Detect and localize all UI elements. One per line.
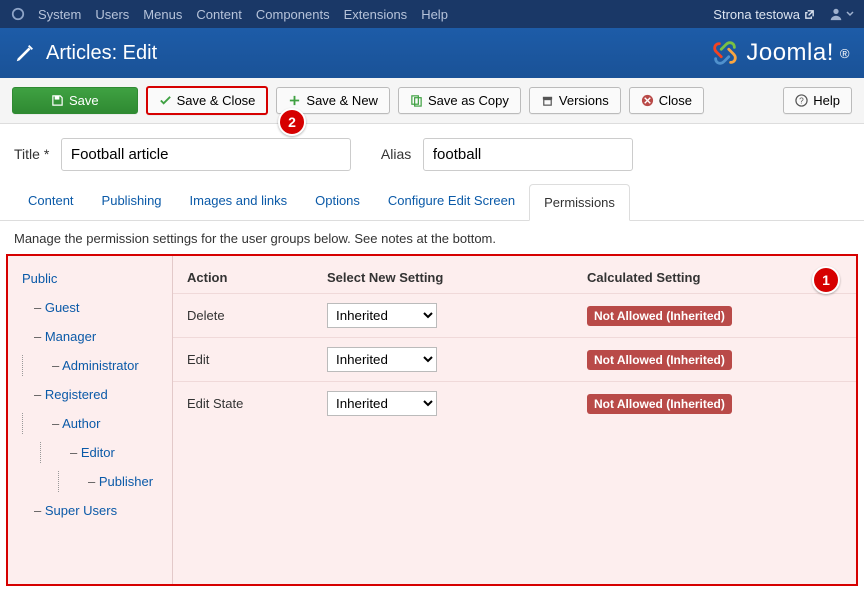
group-public[interactable]: Public bbox=[8, 264, 172, 293]
close-label: Close bbox=[659, 93, 692, 108]
check-icon bbox=[159, 94, 172, 107]
group-super-users[interactable]: Super Users bbox=[8, 496, 172, 525]
save-close-button[interactable]: Save & Close bbox=[146, 86, 269, 115]
col-calc-head: Calculated Setting bbox=[587, 270, 842, 285]
group-manager[interactable]: Manager bbox=[8, 322, 172, 351]
title-field-group: Title * bbox=[14, 138, 351, 171]
tab-publishing[interactable]: Publishing bbox=[88, 183, 176, 220]
save-copy-button[interactable]: Save as Copy bbox=[398, 87, 521, 114]
save-close-label: Save & Close bbox=[177, 93, 256, 108]
alias-input[interactable] bbox=[423, 138, 633, 171]
tab-content[interactable]: Content bbox=[14, 183, 88, 220]
group-author[interactable]: Author bbox=[8, 409, 172, 438]
permissions-description: Manage the permission settings for the u… bbox=[0, 221, 864, 254]
permissions-panel: 1 Public Guest Manager Administrator Reg… bbox=[6, 254, 858, 586]
versions-button[interactable]: Versions bbox=[529, 87, 621, 114]
menu-items: System Users Menus Content Components Ex… bbox=[38, 7, 448, 22]
group-registered[interactable]: Registered bbox=[8, 380, 172, 409]
external-link-icon bbox=[804, 9, 815, 20]
menu-content[interactable]: Content bbox=[196, 7, 242, 22]
perm-select-edit[interactable]: Inherited bbox=[327, 347, 437, 372]
tab-options[interactable]: Options bbox=[301, 183, 374, 220]
title-alias-row: Title * Alias bbox=[0, 124, 864, 177]
perm-action: Edit State bbox=[187, 396, 327, 411]
site-name: Strona testowa bbox=[713, 7, 800, 22]
permissions-table-head: Action Select New Setting Calculated Set… bbox=[173, 262, 856, 293]
menu-components[interactable]: Components bbox=[256, 7, 330, 22]
user-icon bbox=[829, 7, 843, 21]
save-button[interactable]: Save bbox=[12, 87, 138, 114]
archive-icon bbox=[541, 94, 554, 107]
menu-menus[interactable]: Menus bbox=[143, 7, 182, 22]
col-select-head: Select New Setting bbox=[327, 270, 587, 285]
menu-system[interactable]: System bbox=[38, 7, 81, 22]
perm-row-edit-state: Edit State Inherited Not Allowed (Inheri… bbox=[173, 381, 856, 425]
perm-action: Edit bbox=[187, 352, 327, 367]
help-icon: ? bbox=[795, 94, 808, 107]
close-button[interactable]: Close bbox=[629, 87, 704, 114]
perm-row-edit: Edit Inherited Not Allowed (Inherited) bbox=[173, 337, 856, 381]
plus-icon bbox=[288, 94, 301, 107]
save-new-label: Save & New bbox=[306, 93, 378, 108]
joomla-brand: Joomla! ® bbox=[710, 38, 850, 68]
toolbar: Save Save & Close Save & New Save as Cop… bbox=[0, 78, 864, 124]
permissions-table: Action Select New Setting Calculated Set… bbox=[173, 256, 856, 584]
tabs: Content Publishing Images and links Opti… bbox=[0, 183, 864, 221]
caret-down-icon bbox=[846, 10, 854, 18]
perm-action: Delete bbox=[187, 308, 327, 323]
permissions-groups: Public Guest Manager Administrator Regis… bbox=[8, 256, 173, 584]
save-label: Save bbox=[69, 93, 99, 108]
col-action-head: Action bbox=[187, 270, 327, 285]
save-copy-label: Save as Copy bbox=[428, 93, 509, 108]
tab-configure-edit[interactable]: Configure Edit Screen bbox=[374, 183, 529, 220]
alias-label: Alias bbox=[381, 146, 411, 162]
menu-users[interactable]: Users bbox=[95, 7, 129, 22]
menu-help[interactable]: Help bbox=[421, 7, 448, 22]
admin-menubar: System Users Menus Content Components Ex… bbox=[0, 0, 864, 28]
page-header: Articles: Edit Joomla! ® bbox=[0, 28, 864, 78]
svg-text:?: ? bbox=[799, 95, 804, 105]
group-administrator[interactable]: Administrator bbox=[8, 351, 172, 380]
apply-icon bbox=[51, 94, 64, 107]
title-input[interactable] bbox=[61, 138, 351, 171]
pencil-icon bbox=[14, 42, 36, 64]
callout-badge-2: 2 bbox=[278, 108, 306, 136]
site-link[interactable]: Strona testowa bbox=[713, 7, 815, 22]
group-guest[interactable]: Guest bbox=[8, 293, 172, 322]
perm-calc-edit: Not Allowed (Inherited) bbox=[587, 350, 732, 370]
versions-label: Versions bbox=[559, 93, 609, 108]
help-label: Help bbox=[813, 93, 840, 108]
alias-field-group: Alias bbox=[381, 138, 633, 171]
perm-calc-edit-state: Not Allowed (Inherited) bbox=[587, 394, 732, 414]
joomla-brand-text: Joomla! bbox=[746, 39, 834, 67]
user-menu[interactable] bbox=[829, 7, 854, 21]
joomla-mini-icon bbox=[10, 6, 26, 22]
joomla-logo-icon bbox=[710, 38, 740, 68]
perm-row-delete: Delete Inherited Not Allowed (Inherited) bbox=[173, 293, 856, 337]
group-publisher[interactable]: Publisher bbox=[8, 467, 172, 496]
perm-select-delete[interactable]: Inherited bbox=[327, 303, 437, 328]
cancel-icon bbox=[641, 94, 654, 107]
menu-extensions[interactable]: Extensions bbox=[344, 7, 408, 22]
copy-icon bbox=[410, 94, 423, 107]
perm-select-edit-state[interactable]: Inherited bbox=[327, 391, 437, 416]
perm-calc-delete: Not Allowed (Inherited) bbox=[587, 306, 732, 326]
help-button[interactable]: ? Help bbox=[783, 87, 852, 114]
group-editor[interactable]: Editor bbox=[8, 438, 172, 467]
callout-badge-1: 1 bbox=[812, 266, 840, 294]
tab-permissions[interactable]: Permissions bbox=[529, 184, 630, 221]
title-label: Title * bbox=[14, 146, 49, 162]
tab-images-links[interactable]: Images and links bbox=[176, 183, 302, 220]
page-title: Articles: Edit bbox=[46, 42, 157, 65]
